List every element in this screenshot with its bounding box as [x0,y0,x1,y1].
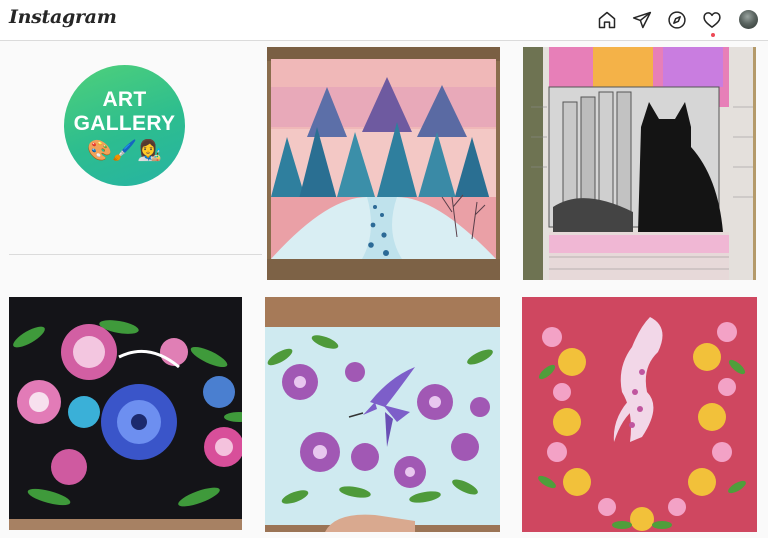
home-icon[interactable] [597,10,617,30]
notification-dot [711,33,715,37]
divider [9,254,262,255]
post-thumbnail-winter-forest[interactable] [267,47,500,280]
post-thumbnail-floral-black[interactable] [9,297,242,530]
activity-heart-icon[interactable] [702,10,722,30]
direct-send-icon[interactable] [632,10,652,30]
top-navigation-bar: Instagram [0,0,768,41]
highlight-title-line1: ART [102,87,147,111]
post-thumbnail-bird-red[interactable] [522,297,757,532]
highlight-title-line2: GALLERY [73,111,176,135]
profile-avatar[interactable] [739,10,758,29]
instagram-logo[interactable]: Instagram [9,6,117,28]
post-thumbnail-black-cat[interactable] [523,47,756,280]
explore-compass-icon[interactable] [667,10,687,30]
story-highlight-art-gallery[interactable]: ART GALLERY 🎨🖌️👩‍🎨 [64,65,185,186]
highlight-emoji: 🎨🖌️👩‍🎨 [87,139,162,162]
post-thumbnail-hummingbird[interactable] [265,297,500,532]
